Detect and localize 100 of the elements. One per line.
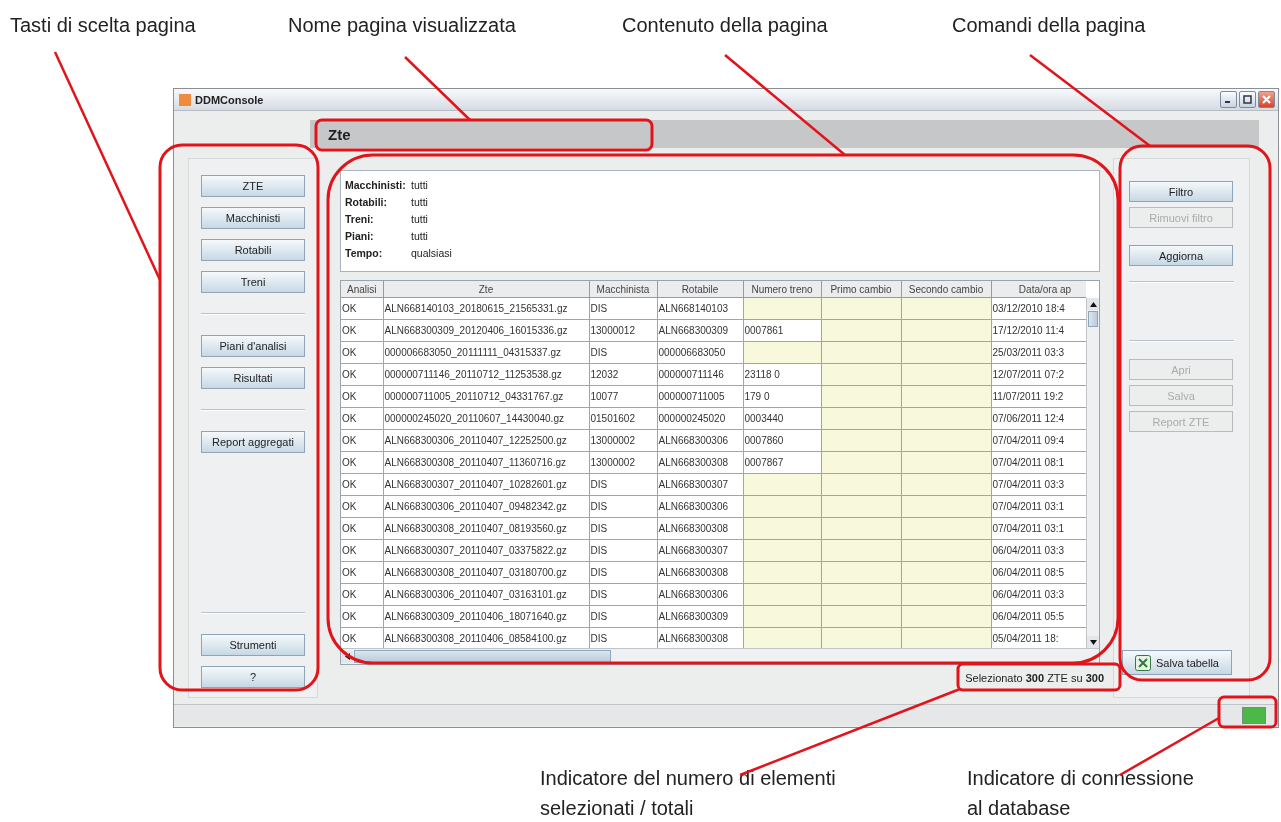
table-cell: DIS (589, 495, 657, 518)
table-cell: ALN668300309_20110406_18071640.gz (383, 605, 589, 628)
table-cell: ALN668300309 (657, 605, 743, 628)
table-cell: ALN668300306_20110407_12252500.gz (383, 429, 589, 452)
nav-button[interactable]: Treni (201, 271, 305, 293)
column-header[interactable]: Zte (383, 281, 589, 298)
nav-button[interactable]: Risultati (201, 367, 305, 389)
table-cell: 0007861 (743, 319, 821, 342)
table-cell: 23118 0 (743, 363, 821, 386)
nav-button[interactable]: Report aggregati (201, 431, 305, 453)
minimize-button[interactable] (1220, 91, 1237, 108)
window-title: DDMConsole (195, 93, 265, 106)
table-cell: ALN668300306 (657, 583, 743, 606)
column-header[interactable]: Numero treno (743, 281, 821, 298)
table-cell: ALN668140103_20180615_21565331.gz (383, 297, 589, 320)
command-button: Apri (1129, 359, 1233, 380)
nav-button[interactable]: Strumenti (201, 634, 305, 656)
table-cell: ALN668140103 (657, 297, 743, 320)
command-button[interactable]: Filtro (1129, 181, 1233, 202)
table-cell: OK (341, 495, 383, 518)
callout-label: Contenuto della pagina (622, 13, 828, 38)
table-cell: OK (341, 517, 383, 540)
table-cell: 000000711005 (657, 385, 743, 408)
column-header[interactable]: Rotabile (657, 281, 743, 298)
table-cell: OK (341, 363, 383, 386)
column-header[interactable]: Analisi (341, 281, 383, 298)
column-header[interactable]: Macchinista (589, 281, 657, 298)
highlight-outline (1217, 695, 1278, 729)
table-cell: 12032 (589, 363, 657, 386)
callout-label: Nome pagina visualizzata (288, 13, 516, 38)
command-button[interactable]: Aggiorna (1129, 245, 1233, 266)
table-cell: ALN668300308_20110407_03180700.gz (383, 561, 589, 584)
table-cell: OK (341, 583, 383, 606)
table-cell: 179 0 (743, 385, 821, 408)
table-cell: ALN668300308 (657, 517, 743, 540)
table-cell: OK (341, 407, 383, 430)
up-arrow-icon (1089, 301, 1097, 307)
table-cell: 13000002 (589, 429, 657, 452)
table-cell: 01501602 (589, 407, 657, 430)
table-cell: DIS (589, 517, 657, 540)
callout-label: Tasti di scelta pagina (10, 13, 196, 38)
filter-value: tutti (411, 178, 429, 191)
table-cell: DIS (589, 605, 657, 628)
table-cell: DIS (589, 561, 657, 584)
command-button: Salva (1129, 385, 1233, 406)
table-cell: DIS (589, 583, 657, 606)
vertical-scrollbar[interactable] (1086, 298, 1099, 648)
table-cell: 10077 (589, 385, 657, 408)
table-cell: DIS (589, 341, 657, 364)
table-cell: OK (341, 429, 383, 452)
close-button[interactable] (1258, 91, 1275, 108)
table-cell: 000000245020 (657, 407, 743, 430)
table-cell: 13000002 (589, 451, 657, 474)
table-cell: OK (341, 385, 383, 408)
table-cell: DIS (589, 539, 657, 562)
maximize-button[interactable] (1239, 91, 1256, 108)
scroll-thumb[interactable] (1088, 311, 1098, 327)
table-cell: 0007860 (743, 429, 821, 452)
left-arrow-icon (344, 653, 350, 660)
column-header[interactable]: Primo cambio (821, 281, 901, 298)
command-button: Report ZTE (1129, 411, 1233, 432)
table-cell: ALN668300306 (657, 429, 743, 452)
table-cell: DIS (589, 297, 657, 320)
table-cell: 000000711146 (657, 363, 743, 386)
page-title: Zte (310, 120, 1259, 148)
nav-button[interactable]: ? (201, 666, 305, 688)
table-cell: OK (341, 451, 383, 474)
table-cell: OK (341, 319, 383, 342)
table-cell: ALN668300306_20110407_03163101.gz (383, 583, 589, 606)
save-table-button[interactable]: Salva tabella (1122, 650, 1232, 675)
callout-label: Indicatore di connessione al database (967, 766, 1195, 821)
table-cell: OK (341, 473, 383, 496)
table-cell: ALN668300308 (657, 561, 743, 584)
table-cell: OK (341, 297, 383, 320)
table-cell: ALN668300308_20110407_08193560.gz (383, 517, 589, 540)
table-cell: ALN668300306_20110407_09482342.gz (383, 495, 589, 518)
filter-value: tutti (411, 229, 429, 242)
filter-label: Treni: (345, 212, 375, 225)
command-button: Rimuovi filtro (1129, 207, 1233, 228)
table-cell: 13000012 (589, 319, 657, 342)
spreadsheet-icon (1135, 654, 1151, 671)
nav-button[interactable]: Piani d'analisi (201, 335, 305, 357)
table-cell: ALN668300306 (657, 495, 743, 518)
table-cell: 000006683050_20111111_04315337.gz (383, 341, 589, 364)
column-header[interactable]: Data/ora ap (991, 281, 1086, 298)
column-header[interactable]: Secondo cambio (901, 281, 991, 298)
app-icon (179, 93, 191, 106)
filter-value: qualsiasi (411, 246, 452, 259)
nav-button[interactable]: ZTE (201, 175, 305, 197)
table-cell: DIS (589, 473, 657, 496)
nav-button[interactable]: Rotabili (201, 239, 305, 261)
table-cell: ALN668300308_20110407_11360716.gz (383, 451, 589, 474)
table-cell: 0007867 (743, 451, 821, 474)
table-cell: OK (341, 605, 383, 628)
table-cell: 000000711146_20110712_11253538.gz (383, 363, 589, 386)
leader-line (404, 56, 471, 121)
filter-value: tutti (411, 212, 429, 225)
selection-count: Selezionato 300 ZTE su 300 (965, 672, 1104, 684)
nav-button[interactable]: Macchinisti (201, 207, 305, 229)
filter-label: Piani: (345, 229, 375, 242)
